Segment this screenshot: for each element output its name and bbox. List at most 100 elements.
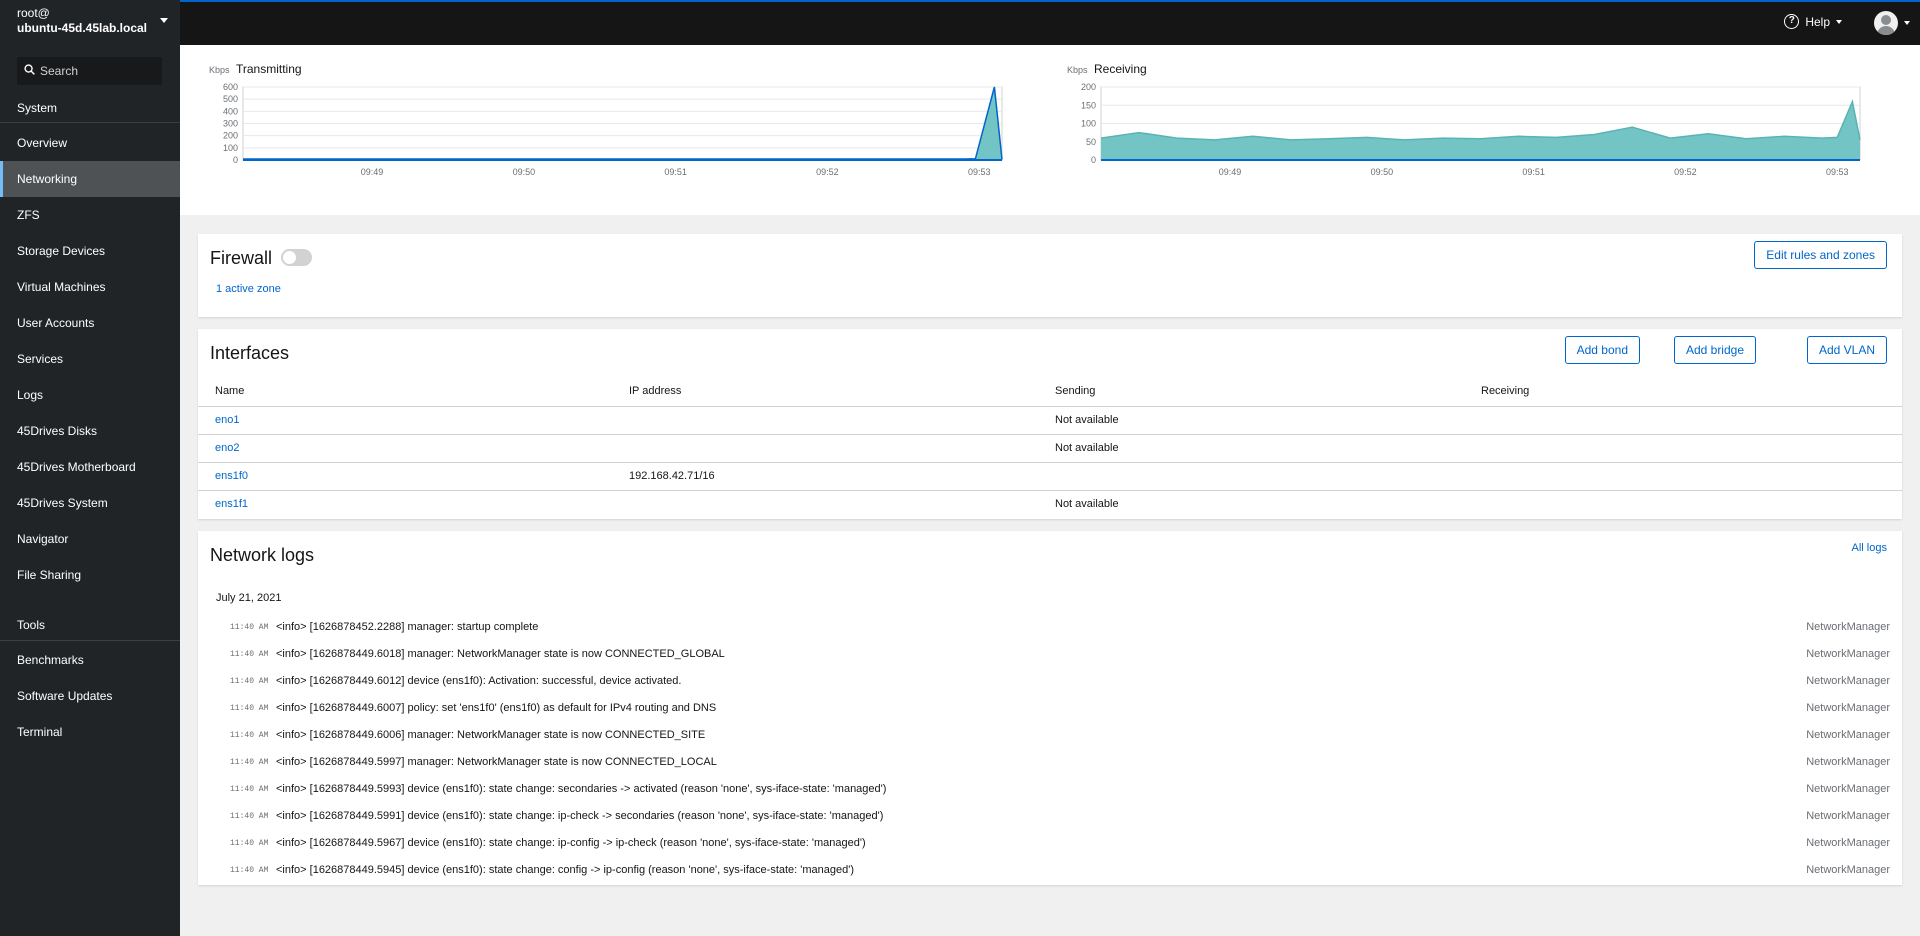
sidebar-item-45drives-system[interactable]: 45Drives System [0, 485, 180, 521]
y-tick-label: 500 [223, 94, 238, 104]
interfaces-title: Interfaces [210, 343, 290, 363]
y-tick-label: 50 [1086, 137, 1096, 147]
account-menu[interactable] [1874, 11, 1910, 35]
sidebar-item-software-updates[interactable]: Software Updates [0, 678, 180, 714]
table-row[interactable]: ens1f1 Not available [198, 490, 1902, 518]
y-tick-label: 200 [223, 131, 238, 141]
log-entry[interactable]: 11:40 AM <info> [1626878449.5967] device … [198, 831, 1902, 858]
nav-heading-tools: Tools [17, 618, 46, 632]
log-message: <info> [1626878449.6012] device (ens1f0)… [276, 675, 682, 687]
sidebar-item-services[interactable]: Services [0, 341, 180, 377]
add-vlan-button[interactable]: Add VLAN [1806, 336, 1887, 364]
network-logs-title: Network logs [210, 545, 315, 565]
x-tick-label: 09:49 [1219, 167, 1242, 177]
chart-svg: 0 100 200 300 400 500 600 09:49 09:50 09:51 09:52 0… [223, 82, 1003, 177]
sidebar-item-networking[interactable]: Networking [0, 161, 180, 197]
log-source: NetworkManager [1806, 783, 1890, 795]
table-row[interactable]: ens1f0 192.168.42.71/16 [198, 462, 1902, 490]
log-message: <info> [1626878449.6006] manager: Networ… [276, 729, 706, 741]
sidebar-item-logs[interactable]: Logs [0, 377, 180, 413]
log-source: NetworkManager [1806, 837, 1890, 849]
firewall-title: Firewall [210, 248, 273, 268]
log-entry[interactable]: 11:40 AM <info> [1626878449.5993] device … [198, 777, 1902, 804]
log-message: <info> [1626878449.5993] device (ens1f0)… [276, 783, 887, 795]
interfaces-card: Interfaces Add bond Add bridge Add VLAN … [198, 329, 1902, 519]
sidebar-item-storage-devices[interactable]: Storage Devices [0, 233, 180, 269]
log-date: July 21, 2021 [216, 592, 282, 604]
help-menu[interactable]: ? Help [1784, 14, 1842, 29]
sidebar-item-overview[interactable]: Overview [0, 125, 180, 161]
log-message: <info> [1626878449.6018] manager: Networ… [276, 648, 725, 660]
column-header: IP address [629, 385, 682, 397]
x-tick-label: 09:53 [968, 167, 991, 177]
nav-divider [0, 122, 180, 123]
interface-name: eno2 [215, 442, 240, 454]
x-tick-label: 09:50 [513, 167, 536, 177]
x-tick-label: 09:50 [1371, 167, 1394, 177]
log-entry[interactable]: 11:40 AM <info> [1626878449.6007] policy:… [198, 696, 1902, 723]
log-time: 11:40 AM [230, 812, 269, 821]
sidebar-item-navigator[interactable]: Navigator [0, 521, 180, 557]
y-tick-label: 0 [1091, 155, 1096, 165]
help-label: Help [1805, 14, 1830, 29]
chevron-down-icon [160, 18, 168, 23]
table-row[interactable]: eno1 Not available [198, 406, 1902, 434]
host-switcher[interactable]: root@ ubuntu-45d.45lab.local [0, 0, 180, 45]
receiving-chart: Kbps Receiving 0 50 100 150 200 09:49 09:50 09:… [1067, 59, 1887, 209]
firewall-toggle[interactable] [281, 249, 312, 266]
log-source: NetworkManager [1806, 864, 1890, 876]
log-entry[interactable]: 11:40 AM <info> [1626878449.6012] device … [198, 669, 1902, 696]
edit-rules-button[interactable]: Edit rules and zones [1754, 241, 1887, 269]
table-header: Name IP address Sending Receiving [198, 385, 1902, 403]
log-entry[interactable]: 11:40 AM <info> [1626878449.6006] manager… [198, 723, 1902, 750]
x-tick-label: 09:52 [1674, 167, 1697, 177]
log-time: 11:40 AM [230, 758, 269, 767]
log-time: 11:40 AM [230, 731, 269, 740]
table-row[interactable]: eno2 Not available [198, 434, 1902, 462]
all-logs-link[interactable]: All logs [1852, 542, 1887, 554]
log-entry[interactable]: 11:40 AM <info> [1626878449.6018] manager… [198, 642, 1902, 669]
y-tick-label: 600 [223, 82, 238, 92]
column-header: Receiving [1481, 385, 1530, 397]
search-icon [24, 64, 35, 75]
add-bond-button[interactable]: Add bond [1564, 336, 1640, 364]
log-source: NetworkManager [1806, 729, 1890, 741]
active-zones-link[interactable]: 1 active zone [216, 283, 281, 295]
log-message: <info> [1626878449.6007] policy: set 'en… [276, 702, 717, 714]
interface-sending: Not available [1055, 414, 1119, 426]
host-user: root@ [17, 6, 50, 20]
transmitting-chart: Kbps Transmitting 0 100 200 300 400 500 600 09:… [209, 59, 1029, 209]
log-message: <info> [1626878449.5997] manager: Networ… [276, 756, 717, 768]
log-time: 11:40 AM [230, 650, 269, 659]
add-bridge-button[interactable]: Add bridge [1673, 336, 1756, 364]
column-header: Sending [1055, 385, 1096, 397]
interface-ip: 192.168.42.71/16 [629, 470, 715, 482]
log-message: <info> [1626878449.5967] device (ens1f0)… [276, 837, 866, 849]
x-tick-label: 09:51 [1522, 167, 1545, 177]
nav-heading-system: System [17, 101, 58, 115]
log-entry[interactable]: 11:40 AM <info> [1626878449.5945] device … [198, 858, 1902, 885]
sidebar-item-file-sharing[interactable]: File Sharing [0, 557, 180, 593]
sidebar-item-virtual-machines[interactable]: Virtual Machines [0, 269, 180, 305]
sidebar-item-terminal[interactable]: Terminal [0, 714, 180, 750]
interface-name: ens1f1 [215, 498, 249, 510]
log-entry[interactable]: 11:40 AM <info> [1626878449.5991] device … [198, 804, 1902, 831]
sidebar-item-45drives-motherboard[interactable]: 45Drives Motherboard [0, 449, 180, 485]
sidebar-item-45drives-disks[interactable]: 45Drives Disks [0, 413, 180, 449]
x-tick-label: 09:49 [361, 167, 384, 177]
log-message: <info> [1626878452.2288] manager: startu… [276, 621, 539, 633]
sidebar-item-benchmarks[interactable]: Benchmarks [0, 642, 180, 678]
network-logs-card: Network logs All logs July 21, 2021 11:4… [198, 531, 1902, 885]
chart-svg: 0 50 100 150 200 09:49 09:50 09:51 09:52 09:53 [1081, 82, 1861, 177]
log-entry[interactable]: 11:40 AM <info> [1626878449.5997] manager… [198, 750, 1902, 777]
log-entry[interactable]: 11:40 AM <info> [1626878452.2288] manager… [198, 615, 1902, 642]
x-tick-label: 09:52 [816, 167, 839, 177]
sidebar-item-zfs[interactable]: ZFS [0, 197, 180, 233]
x-tick-label: 09:53 [1826, 167, 1849, 177]
y-tick-label: 150 [1081, 100, 1096, 110]
host-name: ubuntu-45d.45lab.local [17, 21, 148, 35]
log-time: 11:40 AM [230, 866, 269, 875]
search-input[interactable] [40, 57, 158, 85]
log-time: 11:40 AM [230, 623, 269, 632]
sidebar-item-user-accounts[interactable]: User Accounts [0, 305, 180, 341]
